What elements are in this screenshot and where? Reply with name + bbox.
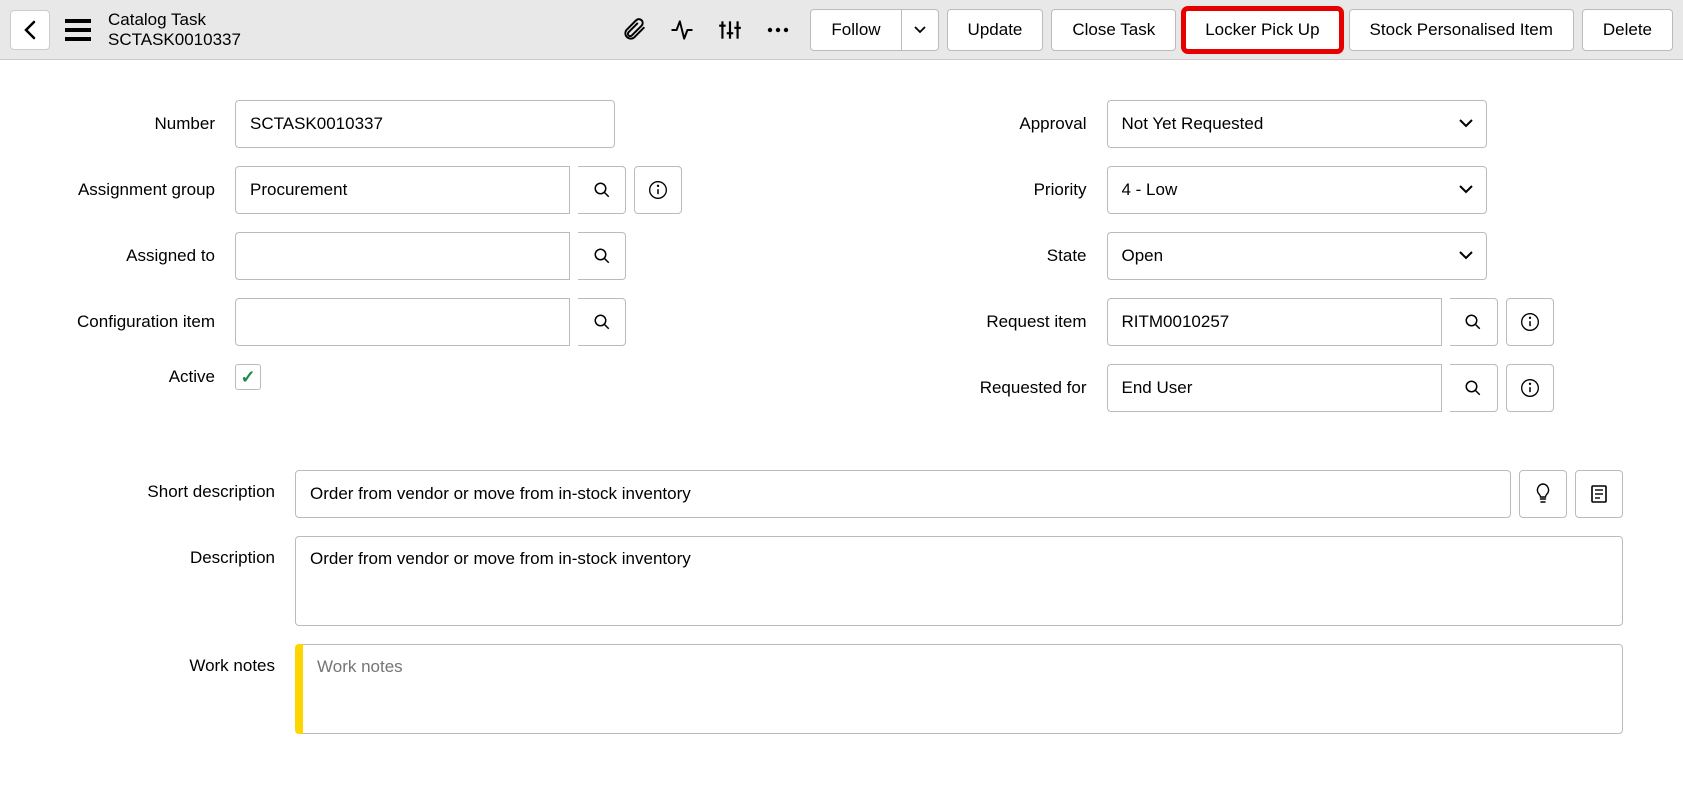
configuration-item-input[interactable] — [235, 298, 570, 346]
work-notes-label: Work notes — [60, 644, 295, 676]
assignment-group-input[interactable] — [235, 166, 570, 214]
state-select[interactable] — [1107, 232, 1487, 280]
priority-label: Priority — [932, 180, 1107, 200]
right-column: Approval Priority — [932, 100, 1624, 430]
follow-dropdown[interactable] — [901, 9, 939, 51]
requested-for-info[interactable] — [1506, 364, 1554, 412]
work-notes-input[interactable] — [303, 644, 1623, 734]
approval-select[interactable] — [1107, 100, 1487, 148]
configuration-item-label: Configuration item — [60, 312, 235, 332]
assignment-group-lookup[interactable] — [578, 166, 626, 214]
close-task-button[interactable]: Close Task — [1051, 9, 1176, 51]
request-item-label: Request item — [932, 312, 1107, 332]
settings-icon[interactable] — [710, 10, 750, 50]
suggestion-icon[interactable] — [1519, 470, 1567, 518]
request-item-input[interactable] — [1107, 298, 1442, 346]
priority-select[interactable] — [1107, 166, 1487, 214]
configuration-item-lookup[interactable] — [578, 298, 626, 346]
menu-icon[interactable] — [58, 10, 98, 50]
left-column: Number Assignment group Assi — [60, 100, 752, 430]
number-input[interactable] — [235, 100, 615, 148]
assigned-to-label: Assigned to — [60, 246, 235, 266]
short-description-label: Short description — [60, 470, 295, 502]
description-input[interactable] — [295, 536, 1623, 626]
attachment-icon[interactable] — [614, 10, 654, 50]
form-area: Number Assignment group Assi — [0, 60, 1683, 792]
activity-icon[interactable] — [662, 10, 702, 50]
stock-personalised-item-button[interactable]: Stock Personalised Item — [1349, 9, 1574, 51]
title-main: Catalog Task — [108, 10, 241, 30]
state-label: State — [932, 246, 1107, 266]
more-icon[interactable] — [758, 10, 798, 50]
follow-button[interactable]: Follow — [810, 9, 901, 51]
locker-pick-up-button[interactable]: Locker Pick Up — [1184, 9, 1340, 51]
header-toolbar: Catalog Task SCTASK0010337 Follow Update… — [0, 0, 1683, 60]
update-button[interactable]: Update — [947, 9, 1044, 51]
title-record-id: SCTASK0010337 — [108, 30, 241, 50]
requested-for-input[interactable] — [1107, 364, 1442, 412]
assigned-to-lookup[interactable] — [578, 232, 626, 280]
assignment-group-info[interactable] — [634, 166, 682, 214]
work-notes-indicator — [295, 644, 303, 734]
request-item-lookup[interactable] — [1450, 298, 1498, 346]
request-item-info[interactable] — [1506, 298, 1554, 346]
requested-for-label: Requested for — [932, 378, 1107, 398]
description-label: Description — [60, 536, 295, 568]
active-label: Active — [60, 367, 235, 387]
approval-label: Approval — [932, 114, 1107, 134]
number-label: Number — [60, 114, 235, 134]
requested-for-lookup[interactable] — [1450, 364, 1498, 412]
related-search-icon[interactable] — [1575, 470, 1623, 518]
short-description-input[interactable] — [295, 470, 1511, 518]
delete-button[interactable]: Delete — [1582, 9, 1673, 51]
back-button[interactable] — [10, 10, 50, 50]
active-checkbox[interactable]: ✓ — [235, 364, 261, 390]
assigned-to-input[interactable] — [235, 232, 570, 280]
assignment-group-label: Assignment group — [60, 180, 235, 200]
record-title: Catalog Task SCTASK0010337 — [108, 10, 241, 50]
check-icon: ✓ — [240, 367, 255, 388]
